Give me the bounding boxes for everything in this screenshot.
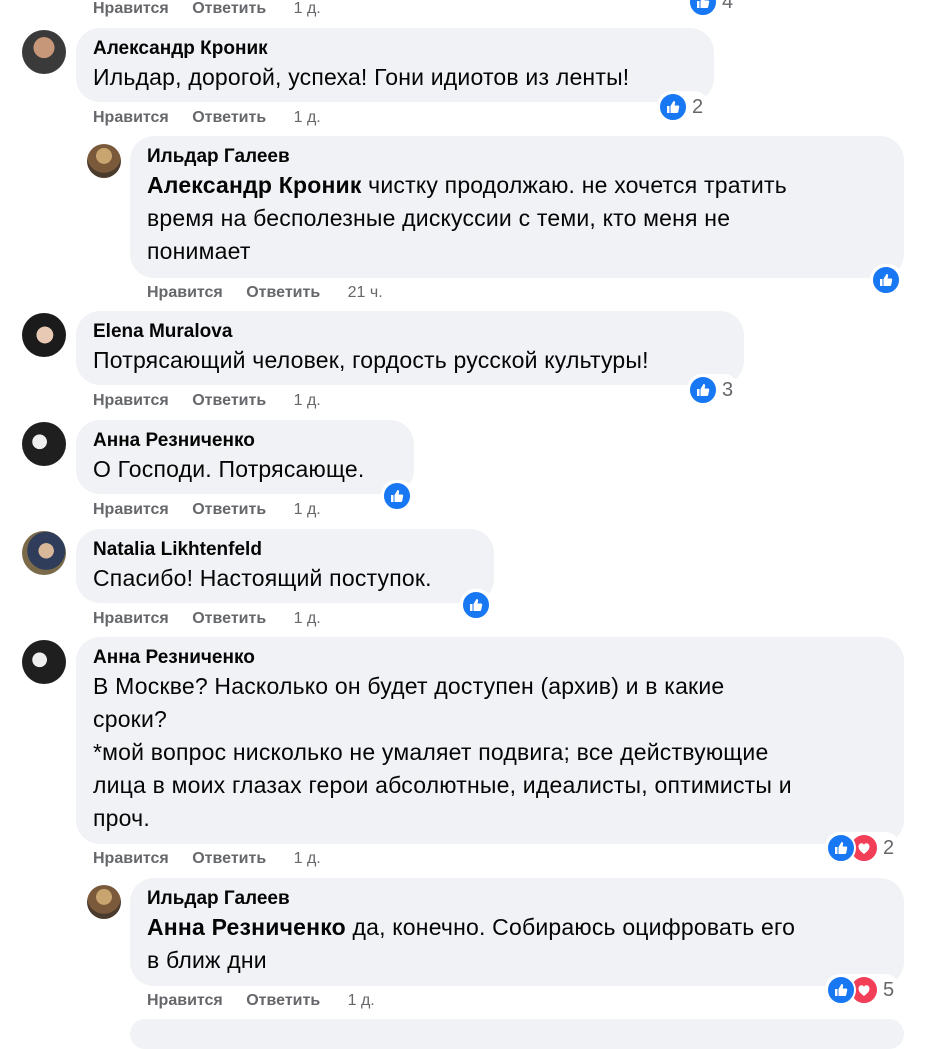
comment-time[interactable]: 1 д. (294, 390, 321, 412)
mention-link[interactable]: Александр Кроник (147, 172, 362, 198)
like-icon (688, 0, 718, 17)
reply-actions: Нравится Ответить 1 д. (147, 990, 375, 1012)
reply-link[interactable]: Ответить (246, 282, 320, 304)
like-link[interactable]: Нравится (93, 848, 169, 870)
like-icon (688, 375, 718, 405)
comment-text-line: сроки? (93, 706, 167, 732)
like-link[interactable]: Нравится (93, 499, 169, 521)
like-icon (658, 92, 688, 122)
comment-actions: Нравится Ответить 1 д. (93, 390, 321, 412)
comment-time[interactable]: 1 д. (294, 848, 321, 870)
comment-actions: Нравится Ответить 1 д. (93, 107, 321, 129)
comment-bubble: Elena Muralova Потрясающий человек, горд… (76, 311, 744, 385)
comment-bubble: Natalia Likhtenfeld Спасибо! Настоящий п… (76, 529, 494, 603)
reaction-summary[interactable] (381, 480, 414, 512)
reply-bubble: Ильдар Галеев Анна Резниченко да, конечн… (130, 878, 904, 986)
comment-author[interactable]: Анна Резниченко (93, 428, 397, 453)
like-link[interactable]: Нравится (93, 608, 169, 630)
avatar[interactable] (22, 30, 66, 74)
reaction-summary[interactable] (870, 264, 903, 296)
like-link[interactable]: Нравится (147, 990, 223, 1012)
comment-text: Потрясающий человек, гордость русской ку… (93, 347, 649, 373)
like-icon (461, 590, 491, 620)
comment-text-line: проч. (93, 805, 150, 831)
comment-author[interactable]: Анна Резниченко (93, 645, 887, 670)
avatar[interactable] (22, 313, 66, 357)
reply-link[interactable]: Ответить (192, 0, 266, 20)
comment-time[interactable]: 1 д. (294, 608, 321, 630)
like-icon (826, 833, 856, 863)
comment-time[interactable]: 1 д. (294, 107, 321, 129)
reply-link[interactable]: Ответить (246, 990, 320, 1012)
comment-actions: Нравится Ответить 1 д. (93, 608, 321, 630)
comment-bubble: Анна Резниченко В Москве? Насколько он б… (76, 637, 904, 844)
reaction-count: 2 (692, 95, 704, 118)
like-link[interactable]: Нравится (93, 107, 169, 129)
comment-author[interactable]: Natalia Likhtenfeld (93, 537, 477, 562)
avatar[interactable] (22, 422, 66, 466)
reaction-count: 2 (883, 836, 895, 859)
reaction-summary[interactable]: 5 (825, 974, 901, 1006)
mention-link[interactable]: Анна Резниченко (147, 914, 346, 940)
comment-text: Ильдар, дорогой, успеха! Гони идиотов из… (93, 64, 630, 90)
comment-text-line: *мой вопрос нисколько не умаляет подвига… (93, 739, 769, 765)
reply-text: Анна Резниченко да, конечно. Собираюсь о… (147, 914, 796, 940)
reply-link[interactable]: Ответить (192, 608, 266, 630)
like-link[interactable]: Нравится (93, 390, 169, 412)
like-link[interactable]: Нравится (93, 0, 169, 20)
comment-text: Спасибо! Настоящий поступок. (93, 565, 432, 591)
comment-bubble: Анна Резниченко О Господи. Потрясающе. (76, 420, 414, 494)
like-icon (826, 975, 856, 1005)
reply-link[interactable]: Ответить (192, 390, 266, 412)
reaction-summary[interactable] (460, 589, 493, 621)
comment-text: В Москве? Насколько он будет доступен (а… (93, 673, 725, 699)
reply-text-line: в ближ дни (147, 947, 267, 973)
like-icon (871, 265, 901, 295)
avatar[interactable] (87, 144, 121, 178)
comment-time[interactable]: 1 д. (294, 0, 321, 20)
reply-link[interactable]: Ответить (192, 499, 266, 521)
reaction-count: 5 (883, 978, 895, 1001)
comment-author[interactable]: Elena Muralova (93, 319, 727, 344)
reply-link[interactable]: Ответить (192, 848, 266, 870)
comment-actions: Нравится Ответить 1 д. (93, 848, 321, 870)
reply-text: Александр Кроник чистку продолжаю. не хо… (147, 172, 787, 198)
reaction-summary[interactable]: 3 (687, 374, 740, 406)
reply-bubble: Ильдар Галеев Александр Кроник чистку пр… (130, 136, 904, 278)
comment-time[interactable]: 1 д. (294, 499, 321, 521)
reply-link[interactable]: Ответить (192, 107, 266, 129)
reply-actions: Нравится Ответить 21 ч. (147, 282, 383, 304)
avatar[interactable] (22, 531, 66, 575)
reaction-summary[interactable]: 2 (657, 91, 710, 123)
reaction-summary[interactable]: 2 (825, 832, 901, 864)
avatar[interactable] (87, 885, 121, 919)
reaction-count: 4 (722, 0, 734, 13)
comment-text-line: лица в моих глазах герои абсолютные, иде… (93, 772, 792, 798)
reaction-count: 3 (722, 378, 734, 401)
like-icon (382, 481, 412, 511)
comment-author[interactable]: Александр Кроник (93, 36, 697, 61)
reply-text-line: понимает (147, 238, 251, 264)
reply-author[interactable]: Ильдар Галеев (147, 144, 887, 169)
comment-time[interactable]: 21 ч. (348, 282, 383, 304)
reply-author[interactable]: Ильдар Галеев (147, 886, 887, 911)
like-link[interactable]: Нравится (147, 282, 223, 304)
avatar[interactable] (22, 640, 66, 684)
comment-text: О Господи. Потрясающе. (93, 456, 365, 482)
comment-time[interactable]: 1 д. (348, 990, 375, 1012)
comment-bubble: Александр Кроник Ильдар, дорогой, успеха… (76, 28, 714, 102)
comment-actions: Нравится Ответить 1 д. (93, 499, 321, 521)
comment-actions: Нравится Ответить 1 д. (93, 0, 321, 20)
reaction-summary[interactable]: 4 (687, 0, 740, 18)
reply-text-line: время на бесполезные дискуссии с теми, к… (147, 205, 731, 231)
